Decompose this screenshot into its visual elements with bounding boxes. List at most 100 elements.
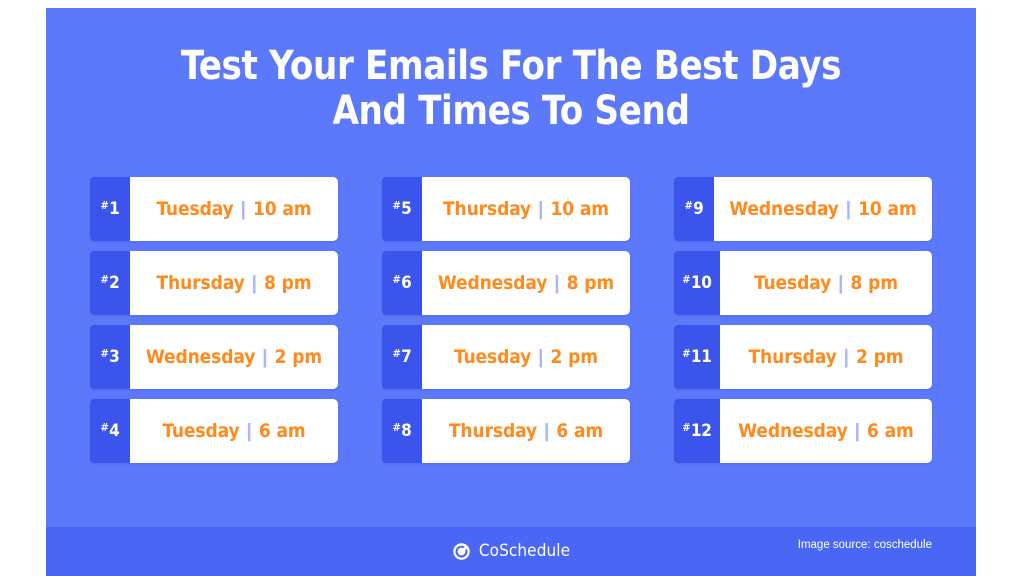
rank-hash: # — [684, 198, 693, 212]
slots-column-3: #9 Wednesday | 10 am #10 Tuesday | 8 pm … — [674, 177, 932, 463]
slot-card[interactable]: #2 Thursday | 8 pm — [90, 251, 338, 315]
slot-day: Tuesday — [162, 419, 240, 442]
rank-badge: #4 — [90, 399, 130, 463]
slot-card-body: Wednesday | 2 pm — [130, 325, 338, 389]
slot-time: 8 pm — [263, 271, 312, 294]
slot-card[interactable]: #4 Tuesday | 6 am — [90, 399, 338, 463]
slot-day: Wednesday — [729, 197, 839, 220]
slot-separator: | — [538, 346, 544, 368]
rank-badge: #12 — [674, 399, 720, 463]
rank-badge: #10 — [674, 251, 720, 315]
rank-number: 10 — [690, 272, 712, 293]
slot-card-body: Thursday | 6 am — [422, 399, 630, 463]
slot-time: 10 am — [550, 197, 610, 220]
rank-number: 8 — [401, 420, 412, 441]
rank-hash: # — [392, 420, 401, 434]
slot-separator: | — [262, 346, 268, 368]
slots-column-2: #5 Thursday | 10 am #6 Wednesday | 8 pm … — [382, 177, 630, 463]
slot-card-body: Wednesday | 6 am — [720, 399, 932, 463]
slot-separator: | — [544, 420, 550, 442]
slot-separator: | — [838, 272, 844, 294]
slot-day: Thursday — [156, 271, 245, 294]
rank-number: 12 — [690, 420, 712, 441]
coschedule-wordmark: CoSchedule — [478, 541, 571, 561]
slot-time: 10 am — [858, 197, 917, 220]
rank-number: 6 — [401, 272, 412, 293]
slot-day: Wednesday — [738, 419, 848, 442]
slot-day: Tuesday — [754, 271, 832, 294]
slot-separator: | — [240, 198, 246, 220]
rank-hash: # — [100, 272, 109, 286]
infographic-panel: Test Your Emails For The Best Days And T… — [46, 8, 976, 576]
rank-badge: #1 — [90, 177, 130, 241]
rank-badge: #5 — [382, 177, 422, 241]
rank-hash: # — [392, 272, 401, 286]
rank-number: 5 — [401, 198, 412, 219]
slot-separator: | — [843, 346, 849, 368]
slot-card-body: Tuesday | 2 pm — [422, 325, 630, 389]
slot-card[interactable]: #6 Wednesday | 8 pm — [382, 251, 630, 315]
slot-time: 6 am — [866, 419, 914, 442]
slot-time: 8 pm — [566, 271, 615, 294]
slot-time: 10 am — [252, 197, 312, 220]
rank-number: 3 — [109, 346, 120, 367]
slot-card-body: Tuesday | 10 am — [130, 177, 338, 241]
slot-day: Thursday — [448, 419, 538, 442]
rank-hash: # — [392, 346, 401, 360]
slot-card[interactable]: #3 Wednesday | 2 pm — [90, 325, 338, 389]
rank-badge: #11 — [674, 325, 720, 389]
slot-separator: | — [538, 198, 544, 220]
slot-day: Wednesday — [437, 271, 548, 294]
slot-separator: | — [554, 272, 560, 294]
title-line-1: Test Your Emails For The Best Days — [180, 43, 842, 89]
slot-card[interactable]: #7 Tuesday | 2 pm — [382, 325, 630, 389]
title-line-2: And Times To Send — [332, 88, 690, 134]
slot-card-body: Wednesday | 8 pm — [422, 251, 630, 315]
slot-time: 2 pm — [274, 345, 323, 368]
rank-hash: # — [100, 346, 109, 360]
slot-card[interactable]: #9 Wednesday | 10 am — [674, 177, 932, 241]
rank-badge: #6 — [382, 251, 422, 315]
slot-card-body: Tuesday | 6 am — [130, 399, 338, 463]
slot-time: 6 am — [258, 419, 306, 442]
slot-card-body: Wednesday | 10 am — [714, 177, 932, 241]
rank-hash: # — [392, 198, 401, 212]
slot-day: Thursday — [442, 197, 532, 220]
slot-day: Thursday — [748, 345, 837, 368]
slot-card[interactable]: #1 Tuesday | 10 am — [90, 177, 338, 241]
slot-time: 2 pm — [550, 345, 598, 368]
rank-number: 11 — [690, 346, 712, 367]
slot-card-body: Thursday | 8 pm — [130, 251, 338, 315]
slot-separator: | — [251, 272, 257, 294]
slot-card-body: Thursday | 10 am — [422, 177, 630, 241]
footer-band: CoSchedule Image source: coschedule — [46, 527, 976, 576]
rank-hash: # — [682, 420, 691, 434]
rank-hash: # — [682, 272, 691, 286]
slots-column-1: #1 Tuesday | 10 am #2 Thursday | 8 pm #3 — [90, 177, 338, 463]
slot-card[interactable]: #11 Thursday | 2 pm — [674, 325, 932, 389]
image-source-attribution: Image source: coschedule — [797, 539, 932, 551]
rank-number: 1 — [109, 198, 120, 219]
rank-number: 4 — [109, 420, 120, 441]
slot-card[interactable]: #10 Tuesday | 8 pm — [674, 251, 932, 315]
slot-separator: | — [845, 198, 852, 220]
slot-time: 8 pm — [850, 271, 898, 294]
slot-card[interactable]: #8 Thursday | 6 am — [382, 399, 630, 463]
coschedule-logo: CoSchedule — [46, 527, 976, 576]
rank-badge: #8 — [382, 399, 422, 463]
slot-time: 2 pm — [855, 345, 904, 368]
slot-day: Wednesday — [145, 345, 256, 368]
slot-day: Tuesday — [454, 345, 532, 368]
rank-number: 9 — [693, 198, 704, 219]
slot-card-body: Thursday | 2 pm — [720, 325, 932, 389]
rank-badge: #7 — [382, 325, 422, 389]
rank-badge: #9 — [674, 177, 714, 241]
coschedule-check-circle-icon — [453, 543, 470, 560]
rank-badge: #3 — [90, 325, 130, 389]
rank-badge: #2 — [90, 251, 130, 315]
ranked-slots-grid: #1 Tuesday | 10 am #2 Thursday | 8 pm #3 — [90, 177, 932, 463]
slot-card[interactable]: #12 Wednesday | 6 am — [674, 399, 932, 463]
slot-separator: | — [854, 420, 860, 442]
slot-card[interactable]: #5 Thursday | 10 am — [382, 177, 630, 241]
rank-number: 2 — [109, 272, 120, 293]
